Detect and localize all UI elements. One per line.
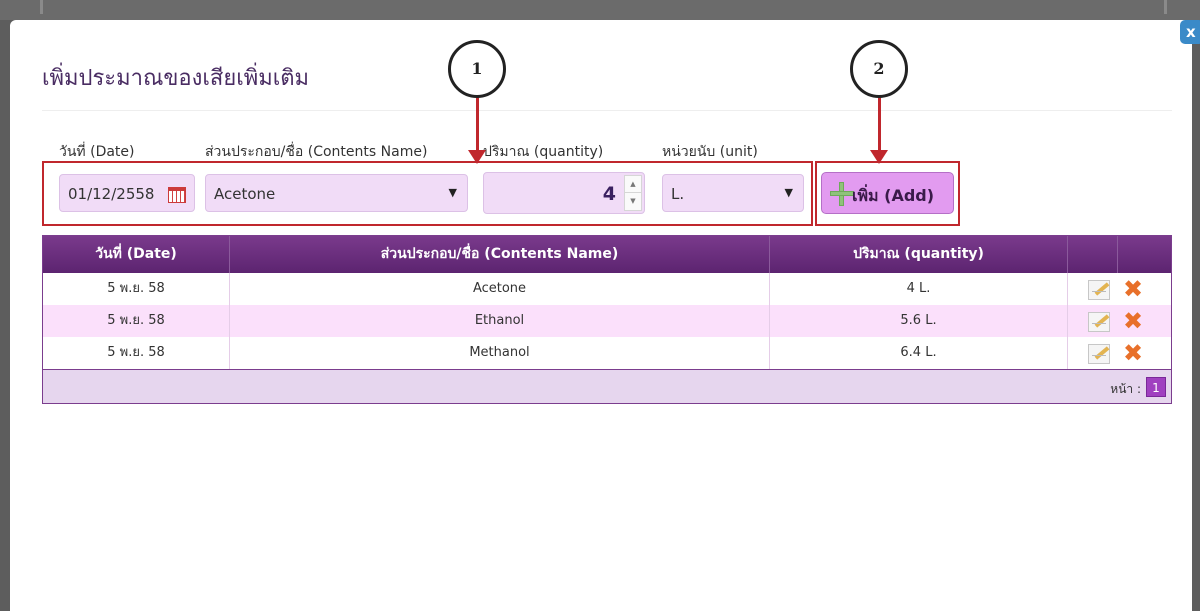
stepper-up-icon[interactable]: ▲ (625, 176, 641, 193)
annotation-marker-2: 2 (850, 40, 908, 98)
table-row: 5 พ.ย. 58 Methanol 6.4 L. ✖ (43, 337, 1171, 369)
edit-icon[interactable] (1088, 280, 1110, 300)
divider (42, 110, 1172, 111)
table-row: 5 พ.ย. 58 Ethanol 5.6 L. ✖ (43, 305, 1171, 337)
modal-title: เพิ่มประมาณของเสียเพิ่มเติม (42, 66, 310, 91)
cell-quantity: 5.6 L. (770, 305, 1068, 337)
add-button-label: เพิ่ม (Add) (852, 186, 935, 205)
delete-cell: ✖ (1118, 305, 1171, 337)
cell-date: 5 พ.ย. 58 (43, 305, 230, 337)
cell-date: 5 พ.ย. 58 (43, 337, 230, 369)
quantity-input[interactable]: 4 ▲ ▼ (483, 172, 645, 214)
delete-icon[interactable]: ✖ (1123, 307, 1143, 335)
contents-select[interactable]: Acetone ▼ (205, 174, 468, 212)
edit-cell (1068, 273, 1118, 305)
delete-icon[interactable]: ✖ (1123, 275, 1143, 303)
chevron-down-icon: ▼ (784, 186, 793, 199)
delete-cell: ✖ (1118, 273, 1171, 305)
date-input[interactable]: 01/12/2558 (59, 174, 195, 212)
quantity-stepper[interactable]: ▲ ▼ (624, 175, 642, 211)
cell-date: 5 พ.ย. 58 (43, 273, 230, 305)
background-edge (40, 0, 43, 14)
table-header: วันที่ (Date) ส่วนประกอบ/ชื่อ (Contents … (43, 236, 1171, 273)
page-label: หน้า : (1110, 382, 1141, 396)
plus-icon (830, 182, 854, 206)
edit-cell (1068, 337, 1118, 369)
edit-icon[interactable] (1088, 344, 1110, 364)
chevron-down-icon: ▼ (448, 186, 457, 199)
annotation-arrow-1 (476, 95, 479, 153)
background-edge (1164, 0, 1167, 14)
close-button[interactable]: x (1180, 20, 1200, 44)
edit-cell (1068, 305, 1118, 337)
cell-name: Ethanol (230, 305, 770, 337)
table-footer: หน้า : 1 (43, 369, 1171, 403)
cell-name: Acetone (230, 273, 770, 305)
add-button[interactable]: เพิ่ม (Add) (821, 172, 954, 214)
annotation-arrowhead-2 (870, 150, 888, 164)
header-contents[interactable]: ส่วนประกอบ/ชื่อ (Contents Name) (230, 236, 770, 273)
unit-value: L. (671, 185, 685, 203)
header-date[interactable]: วันที่ (Date) (43, 236, 230, 273)
annotation-marker-1: 1 (448, 40, 506, 98)
calendar-icon[interactable] (168, 187, 186, 203)
delete-cell: ✖ (1118, 337, 1171, 369)
annotation-arrowhead-1 (468, 150, 486, 164)
table-row: 5 พ.ย. 58 Acetone 4 L. ✖ (43, 273, 1171, 305)
cell-quantity: 6.4 L. (770, 337, 1068, 369)
background-overlay (0, 0, 1200, 20)
quantity-value: 4 (602, 183, 616, 205)
contents-value: Acetone (214, 185, 276, 203)
edit-icon[interactable] (1088, 312, 1110, 332)
annotation-arrow-2 (878, 95, 881, 153)
date-label: วันที่ (Date) (59, 144, 135, 160)
quantity-label: ปริมาณ (quantity) (483, 144, 604, 160)
stepper-down-icon[interactable]: ▼ (625, 193, 641, 210)
waste-table: วันที่ (Date) ส่วนประกอบ/ชื่อ (Contents … (42, 235, 1172, 404)
header-quantity[interactable]: ปริมาณ (quantity) (770, 236, 1068, 273)
header-delete (1118, 236, 1171, 273)
cell-name: Methanol (230, 337, 770, 369)
date-value: 01/12/2558 (68, 185, 155, 203)
contents-label: ส่วนประกอบ/ชื่อ (Contents Name) (205, 144, 428, 160)
cell-quantity: 4 L. (770, 273, 1068, 305)
unit-label: หน่วยนับ (unit) (662, 144, 758, 160)
unit-select[interactable]: L. ▼ (662, 174, 804, 212)
delete-icon[interactable]: ✖ (1123, 339, 1143, 367)
header-edit (1068, 236, 1118, 273)
page-button-1[interactable]: 1 (1146, 377, 1166, 397)
